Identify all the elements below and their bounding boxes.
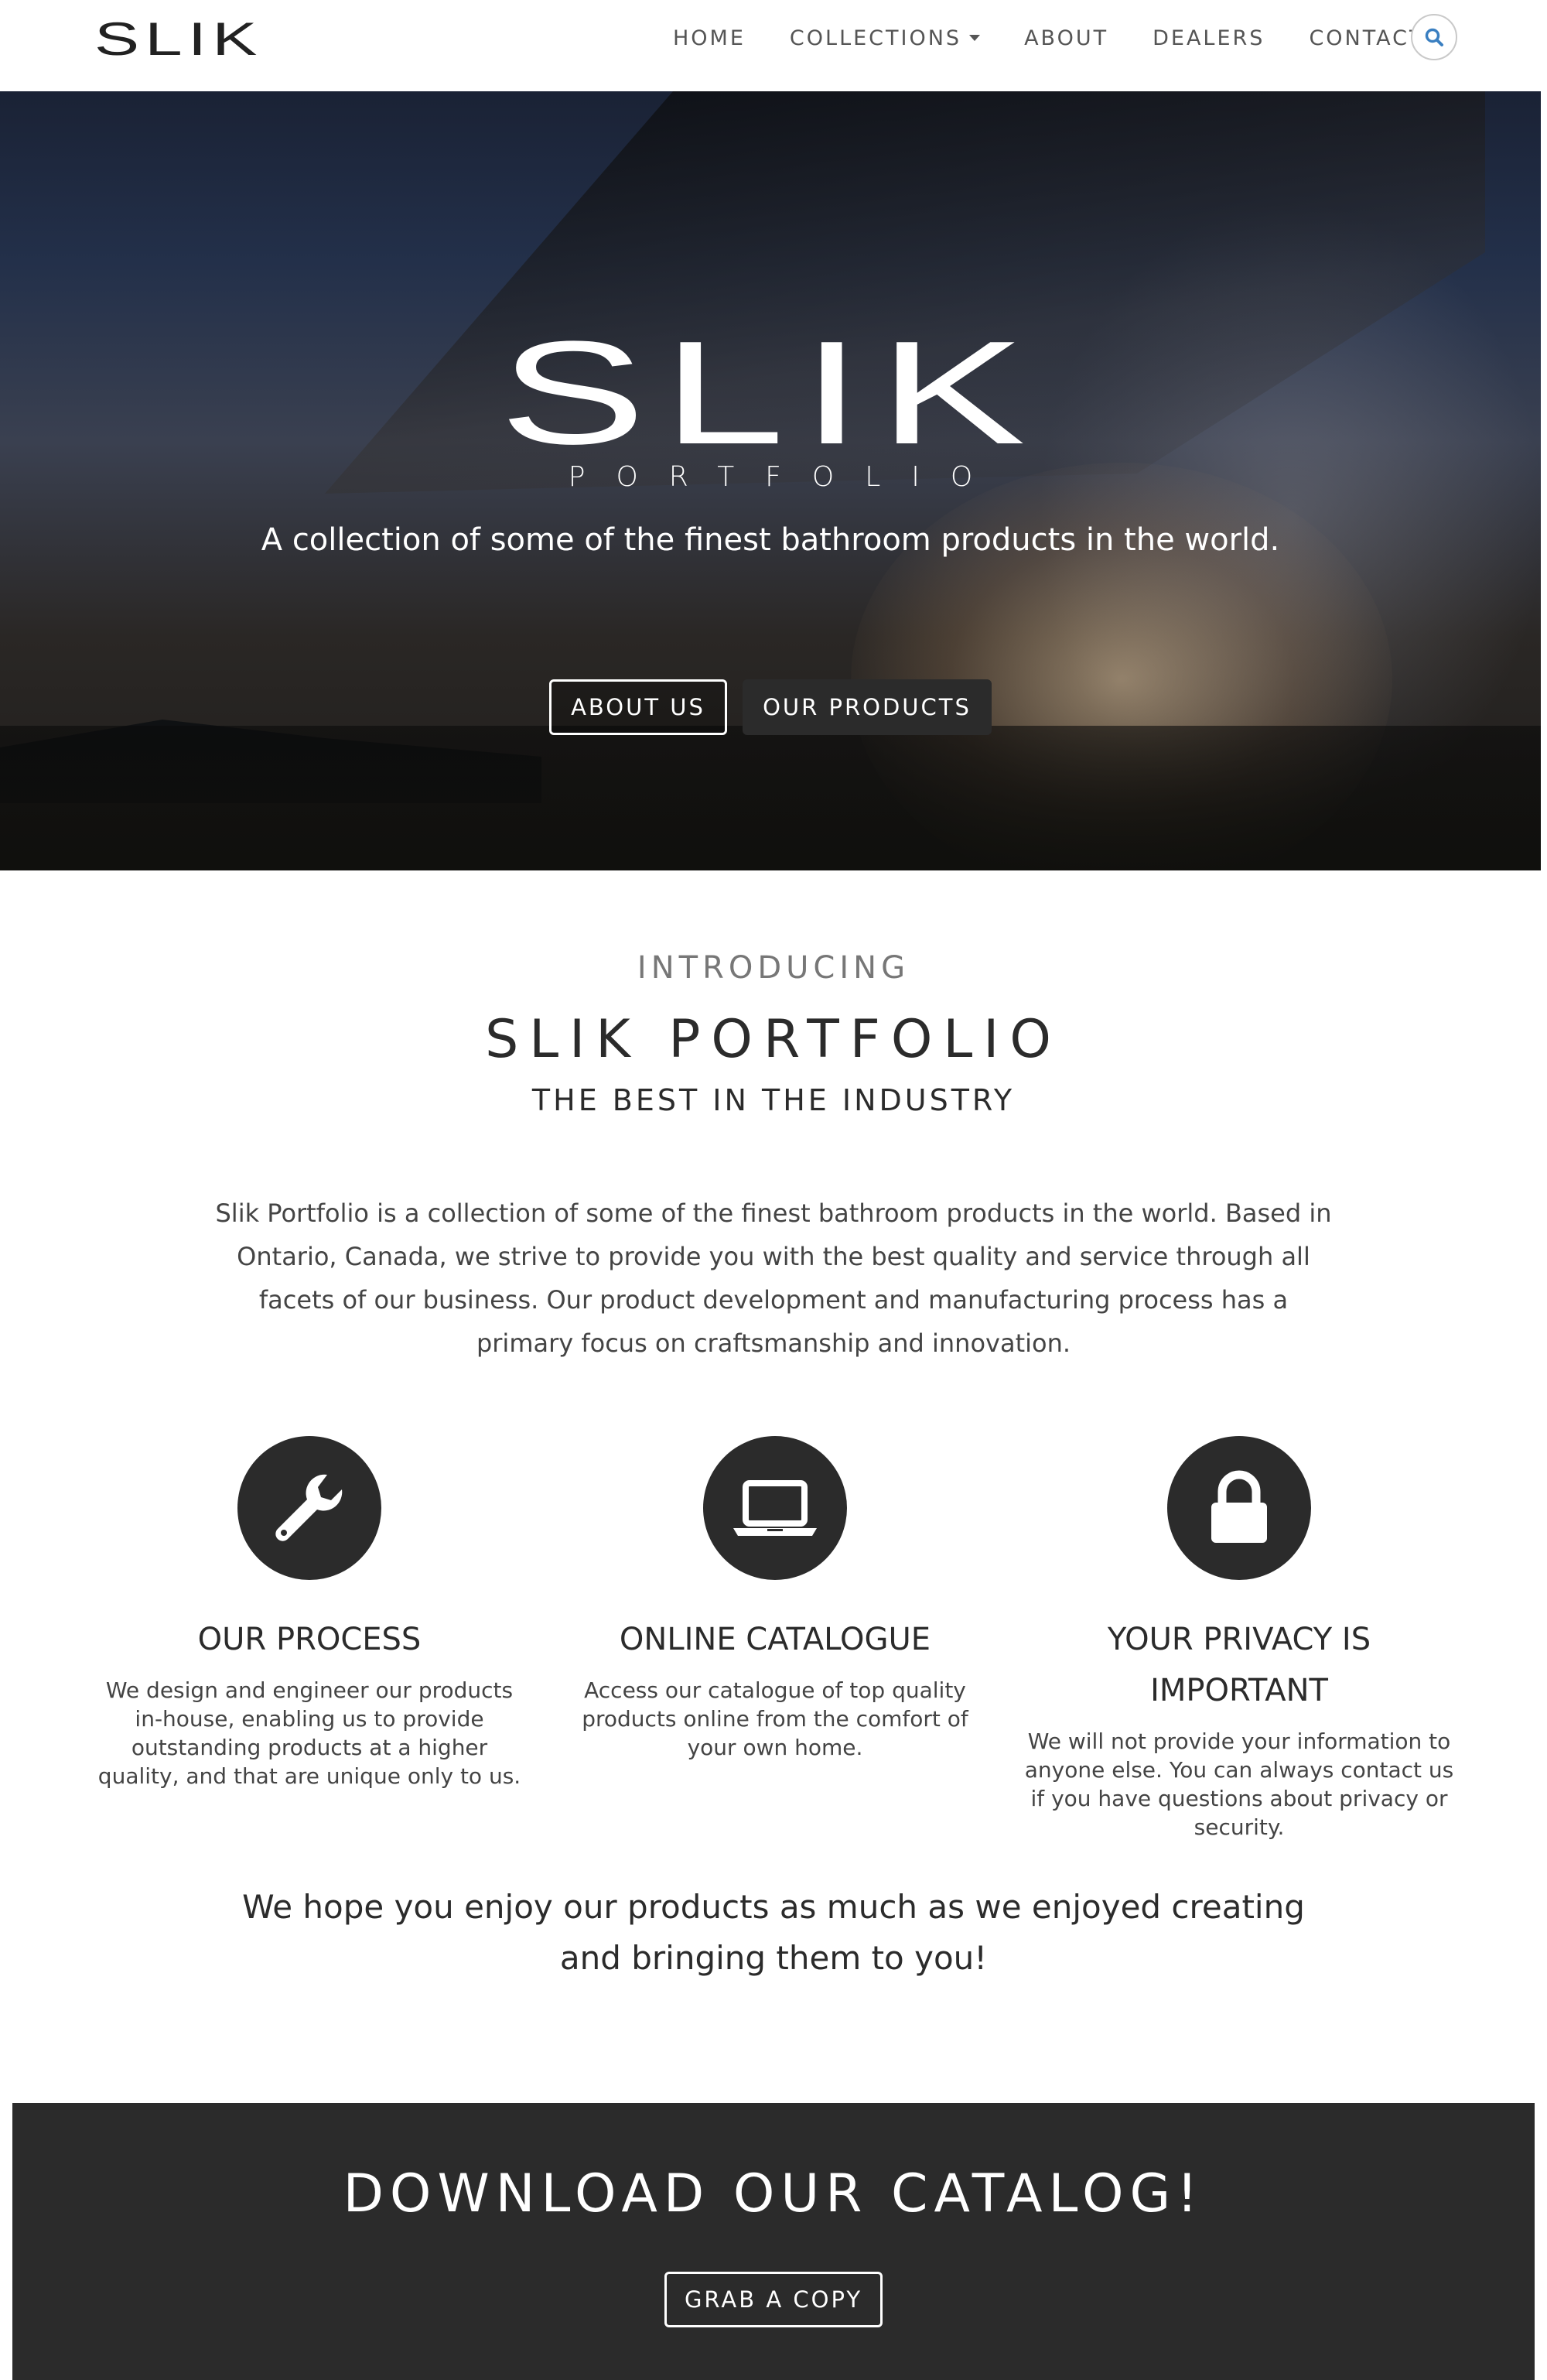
- hero-banner: SLIK PORTFOLIO A collection of some of t…: [0, 91, 1541, 870]
- hero-background-ground: [0, 726, 1541, 870]
- hero-tagline: A collection of some of the finest bathr…: [261, 522, 1280, 558]
- cta-title: DOWNLOAD OUR CATALOG!: [343, 2163, 1204, 2224]
- intro-title: SLIK PORTFOLIO: [485, 1009, 1062, 1070]
- feature-title: YOUR PRIVACY IS IMPORTANT: [1107, 1622, 1371, 1708]
- feature-our-process: OUR PROCESS We design and engineer our p…: [93, 1436, 526, 1790]
- nav-dealers[interactable]: DEALERS: [1153, 23, 1265, 54]
- hero-logo: SLIK: [499, 311, 1042, 475]
- hero-logo-subtitle: PORTFOLIO: [568, 461, 1004, 493]
- closing-message: We hope you enjoy our products as much a…: [242, 1888, 1305, 1977]
- lock-icon: [1211, 1470, 1267, 1543]
- feature-icon-circle: [703, 1436, 847, 1580]
- feature-text: We will not provide your information to …: [1024, 1729, 1454, 1840]
- catalog-download-section: DOWNLOAD OUR CATALOG! GRAB A COPY: [12, 2103, 1535, 2380]
- feature-text: We design and engineer our products in-h…: [97, 1677, 521, 1789]
- nav-collections[interactable]: COLLECTIONS: [790, 23, 981, 54]
- feature-privacy: YOUR PRIVACY IS IMPORTANT We will not pr…: [1023, 1436, 1456, 1841]
- our-products-button[interactable]: OUR PRODUCTS: [743, 679, 992, 735]
- laptop-icon: [733, 1480, 817, 1536]
- intro-kicker: INTRODUCING: [637, 950, 910, 986]
- intro-subtitle: THE BEST IN THE INDUSTRY: [531, 1083, 1016, 1117]
- caret-down-icon: [969, 34, 981, 41]
- grab-a-copy-button[interactable]: GRAB A COPY: [664, 2272, 883, 2327]
- intro-body: Slik Portfolio is a collection of some o…: [215, 1199, 1332, 1358]
- feature-title: ONLINE CATALOGUE: [619, 1622, 931, 1657]
- feature-icon-circle: [1167, 1436, 1311, 1580]
- wrench-icon: [275, 1474, 343, 1541]
- feature-text: Access our catalogue of top quality prod…: [582, 1677, 968, 1760]
- nav-about[interactable]: ABOUT: [1024, 23, 1108, 54]
- site-logo[interactable]: SLIK: [94, 12, 263, 67]
- nav-contact[interactable]: CONTACT: [1309, 23, 1424, 54]
- main-nav: HOME COLLECTIONS ABOUT DEALERS CONTACT: [673, 23, 1468, 54]
- nav-home[interactable]: HOME: [673, 23, 746, 54]
- about-us-button[interactable]: ABOUT US: [549, 679, 727, 735]
- navbar: SLIK HOME COLLECTIONS ABOUT DEALERS CONT…: [0, 0, 1547, 91]
- feature-online-catalogue: ONLINE CATALOGUE Access our catalogue of…: [558, 1436, 992, 1762]
- feature-icon-circle: [237, 1436, 381, 1580]
- feature-title: OUR PROCESS: [197, 1622, 422, 1657]
- search-icon: [1425, 28, 1443, 46]
- search-button[interactable]: [1411, 14, 1457, 60]
